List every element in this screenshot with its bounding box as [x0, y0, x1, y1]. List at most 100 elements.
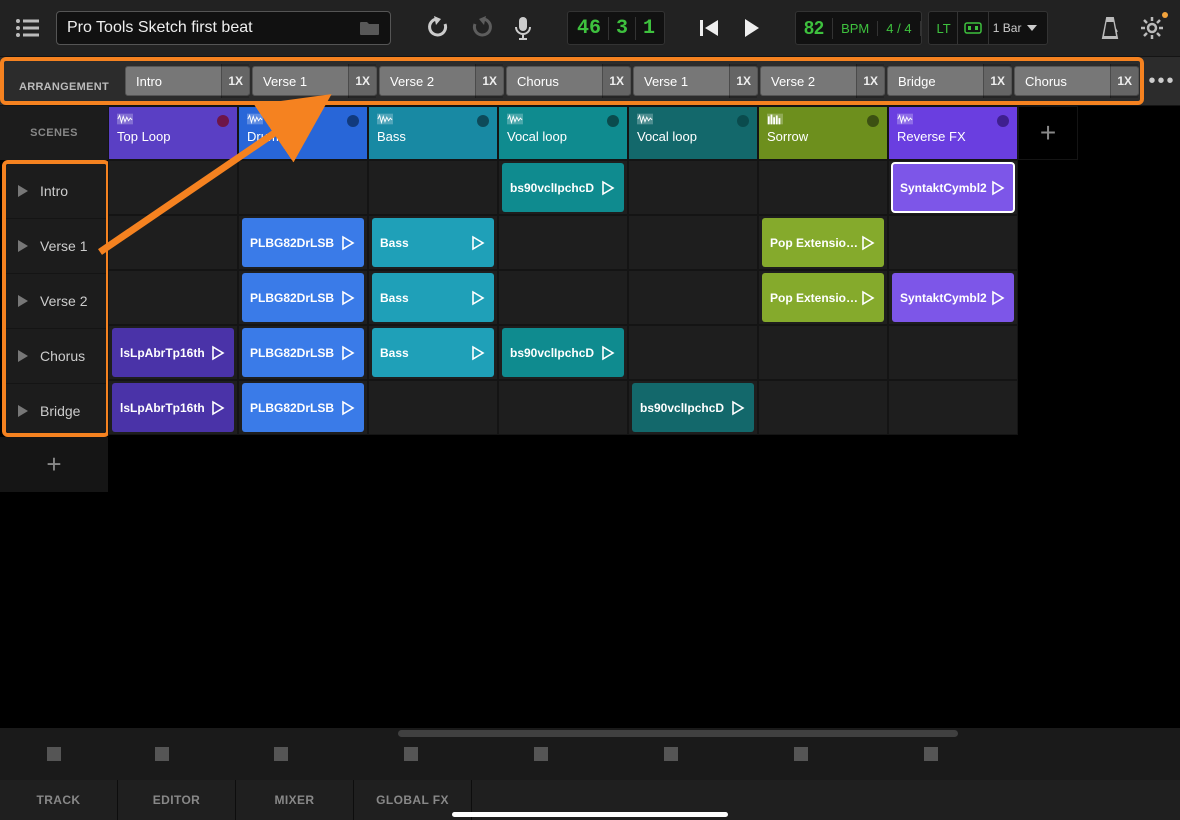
play-button[interactable] [733, 10, 769, 46]
scene-play-icon[interactable] [16, 404, 30, 418]
clip-slot[interactable]: PLBG82DrLSB [238, 215, 368, 270]
clip-slot[interactable]: bs90vclIpchcD [498, 325, 628, 380]
clip[interactable]: Bass [372, 218, 494, 267]
clip[interactable]: bs90vclIpchcD [502, 328, 624, 377]
latency-loop-box[interactable]: LT 1 Bar [928, 11, 1049, 45]
clip-play-icon[interactable] [210, 400, 226, 416]
clip-slot[interactable] [888, 325, 1018, 380]
record-arm-button[interactable] [217, 115, 229, 127]
clip[interactable]: Bass [372, 328, 494, 377]
track-stop-button[interactable] [216, 747, 346, 761]
scene-row[interactable]: Bridge [6, 384, 106, 437]
clip-slot[interactable]: Pop Extensions [758, 215, 888, 270]
arrangement-segment[interactable]: Verse 21X [760, 66, 885, 96]
clip-slot[interactable] [888, 215, 1018, 270]
clip-slot[interactable] [368, 380, 498, 435]
clip-play-icon[interactable] [340, 235, 356, 251]
clip-slot[interactable] [498, 215, 628, 270]
track-header[interactable]: Reverse FX [888, 106, 1018, 160]
clip-slot[interactable] [498, 270, 628, 325]
clip-slot[interactable]: PLBG82DrLSB [238, 325, 368, 380]
settings-icon[interactable] [1134, 10, 1170, 46]
clip[interactable]: PLBG82DrLSB [242, 273, 364, 322]
clip[interactable]: bs90vclIpchcD [502, 163, 624, 212]
clip-slot[interactable] [628, 325, 758, 380]
scene-row[interactable]: Verse 1 [6, 219, 106, 274]
record-arm-button[interactable] [997, 115, 1009, 127]
folder-icon[interactable] [360, 20, 380, 36]
clip-slot[interactable]: SyntaktCymbl2 [888, 160, 1018, 215]
bottom-tab[interactable]: EDITOR [118, 780, 236, 820]
clip-play-icon[interactable] [340, 345, 356, 361]
bottom-tab[interactable]: TRACK [0, 780, 118, 820]
clip-slot[interactable] [758, 380, 888, 435]
clip-play-icon[interactable] [730, 400, 746, 416]
clip[interactable]: Bass [372, 273, 494, 322]
track-stop-button[interactable] [606, 747, 736, 761]
clip-play-icon[interactable] [990, 180, 1006, 196]
clip-slot[interactable]: Bass [368, 270, 498, 325]
redo-button[interactable] [463, 10, 499, 46]
arrangement-segment[interactable]: Verse 11X [633, 66, 758, 96]
clip-slot[interactable] [498, 380, 628, 435]
track-header[interactable]: Vocal loop [498, 106, 628, 160]
clip[interactable]: PLBG82DrLSB [242, 383, 364, 432]
track-header[interactable]: Drum loop [238, 106, 368, 160]
clip-play-icon[interactable] [600, 180, 616, 196]
clip-slot[interactable]: SyntaktCymbl2 [888, 270, 1018, 325]
clip-play-icon[interactable] [210, 345, 226, 361]
clip-play-icon[interactable] [470, 290, 486, 306]
undo-button[interactable] [421, 10, 457, 46]
bottom-tab[interactable]: MIXER [236, 780, 354, 820]
position-counter[interactable]: 46 3 1 [567, 11, 665, 45]
track-header[interactable]: Top Loop [108, 106, 238, 160]
clip-slot[interactable] [108, 270, 238, 325]
arrangement-segment[interactable]: Chorus1X [506, 66, 631, 96]
clip-slot[interactable] [758, 160, 888, 215]
clip-play-icon[interactable] [340, 400, 356, 416]
clip-slot[interactable]: Bass [368, 325, 498, 380]
scene-row[interactable]: Verse 2 [6, 274, 106, 329]
track-header[interactable]: Vocal loop [628, 106, 758, 160]
clip-slot[interactable] [368, 160, 498, 215]
clip-slot[interactable] [108, 160, 238, 215]
clip[interactable]: Pop Extensions [762, 273, 884, 322]
record-arm-button[interactable] [737, 115, 749, 127]
clip-play-icon[interactable] [340, 290, 356, 306]
track-stop-button[interactable] [866, 747, 996, 761]
clip-slot[interactable] [758, 325, 888, 380]
arrangement-segment[interactable]: Chorus1X [1014, 66, 1139, 96]
clip-slot[interactable]: Pop Extensions [758, 270, 888, 325]
clip-slot[interactable]: PLBG82DrLSB [238, 380, 368, 435]
track-stop-button[interactable] [736, 747, 866, 761]
record-arm-button[interactable] [477, 115, 489, 127]
clip[interactable]: Pop Extensions [762, 218, 884, 267]
clip-slot[interactable]: lsLpAbrTp16th [108, 325, 238, 380]
arrangement-segment[interactable]: Intro1X [125, 66, 250, 96]
clip[interactable]: SyntaktCymbl2 [892, 163, 1014, 212]
track-stop-button[interactable] [476, 747, 606, 761]
scene-play-icon[interactable] [16, 294, 30, 308]
clip[interactable]: PLBG82DrLSB [242, 218, 364, 267]
clip-slot[interactable]: bs90vclIpchcD [628, 380, 758, 435]
clip-slot[interactable] [888, 380, 1018, 435]
arrangement-segment[interactable]: Verse 11X [252, 66, 377, 96]
stop-all-button[interactable] [0, 747, 108, 761]
track-stop-button[interactable] [346, 747, 476, 761]
clip-slot[interactable]: lsLpAbrTp16th [108, 380, 238, 435]
menu-icon[interactable] [10, 10, 46, 46]
arrangement-more-button[interactable]: ••• [1144, 57, 1180, 105]
scene-row[interactable]: Chorus [6, 329, 106, 384]
track-header[interactable]: Sorrow [758, 106, 888, 160]
horizontal-scrollbar[interactable] [398, 730, 958, 737]
clip[interactable]: bs90vclIpchcD [632, 383, 754, 432]
track-add-button[interactable]: + [1018, 106, 1078, 160]
record-arm-button[interactable] [347, 115, 359, 127]
clip-play-icon[interactable] [860, 290, 876, 306]
metronome-icon[interactable] [1092, 10, 1128, 46]
record-arm-button[interactable] [607, 115, 619, 127]
clip[interactable]: lsLpAbrTp16th [112, 328, 234, 377]
clip[interactable]: lsLpAbrTp16th [112, 383, 234, 432]
clip-play-icon[interactable] [860, 235, 876, 251]
scene-play-icon[interactable] [16, 239, 30, 253]
